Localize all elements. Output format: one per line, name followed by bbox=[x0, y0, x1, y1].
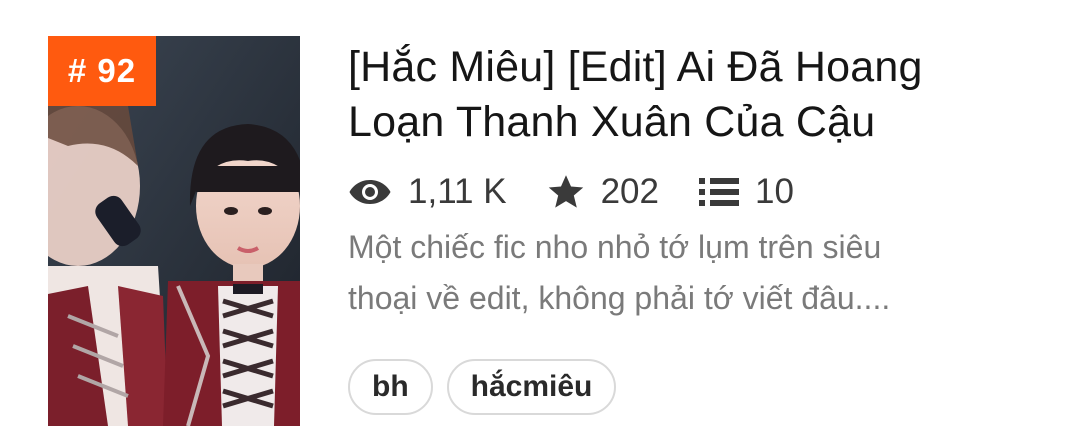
tag-chip[interactable]: hắcmiêu bbox=[446, 359, 617, 415]
story-title-line-2: Loạn Thanh Xuân Của Cậu bbox=[348, 98, 876, 146]
story-title[interactable]: [Hắc Miêu] [Edit] Ai Đã Hoang Loạn Thanh… bbox=[348, 40, 1048, 150]
story-description: Một chiếc fic nho nhỏ tớ lụm trên siêu t… bbox=[348, 222, 1048, 324]
eye-icon bbox=[348, 177, 392, 207]
description-line-2: thoại về edit, không phải tớ viết đâu...… bbox=[348, 280, 891, 316]
story-card[interactable]: # 92 [Hắc Miêu] [Edit] Ai Đã Hoang Loạn … bbox=[0, 0, 1080, 440]
star-icon bbox=[547, 174, 585, 210]
description-line-1: Một chiếc fic nho nhỏ tớ lụm trên siêu bbox=[348, 229, 882, 265]
votes-stat: 202 bbox=[547, 172, 659, 212]
votes-count: 202 bbox=[600, 172, 659, 211]
tag-chip[interactable]: bh bbox=[348, 359, 433, 415]
parts-stat: 10 bbox=[699, 172, 794, 212]
story-stats: 1,11 K 202 10 bbox=[348, 170, 1048, 214]
story-title-line-1: [Hắc Miêu] [Edit] Ai Đã Hoang bbox=[348, 43, 923, 91]
story-cover-image[interactable]: # 92 bbox=[48, 36, 300, 426]
parts-count: 10 bbox=[755, 172, 794, 211]
reads-stat: 1,11 K bbox=[348, 172, 507, 212]
story-tags: bh hắcmiêu bbox=[348, 359, 630, 415]
list-icon bbox=[699, 176, 739, 208]
reads-count: 1,11 K bbox=[408, 172, 507, 211]
rank-badge: # 92 bbox=[48, 36, 156, 106]
story-info: [Hắc Miêu] [Edit] Ai Đã Hoang Loạn Thanh… bbox=[348, 40, 1048, 324]
